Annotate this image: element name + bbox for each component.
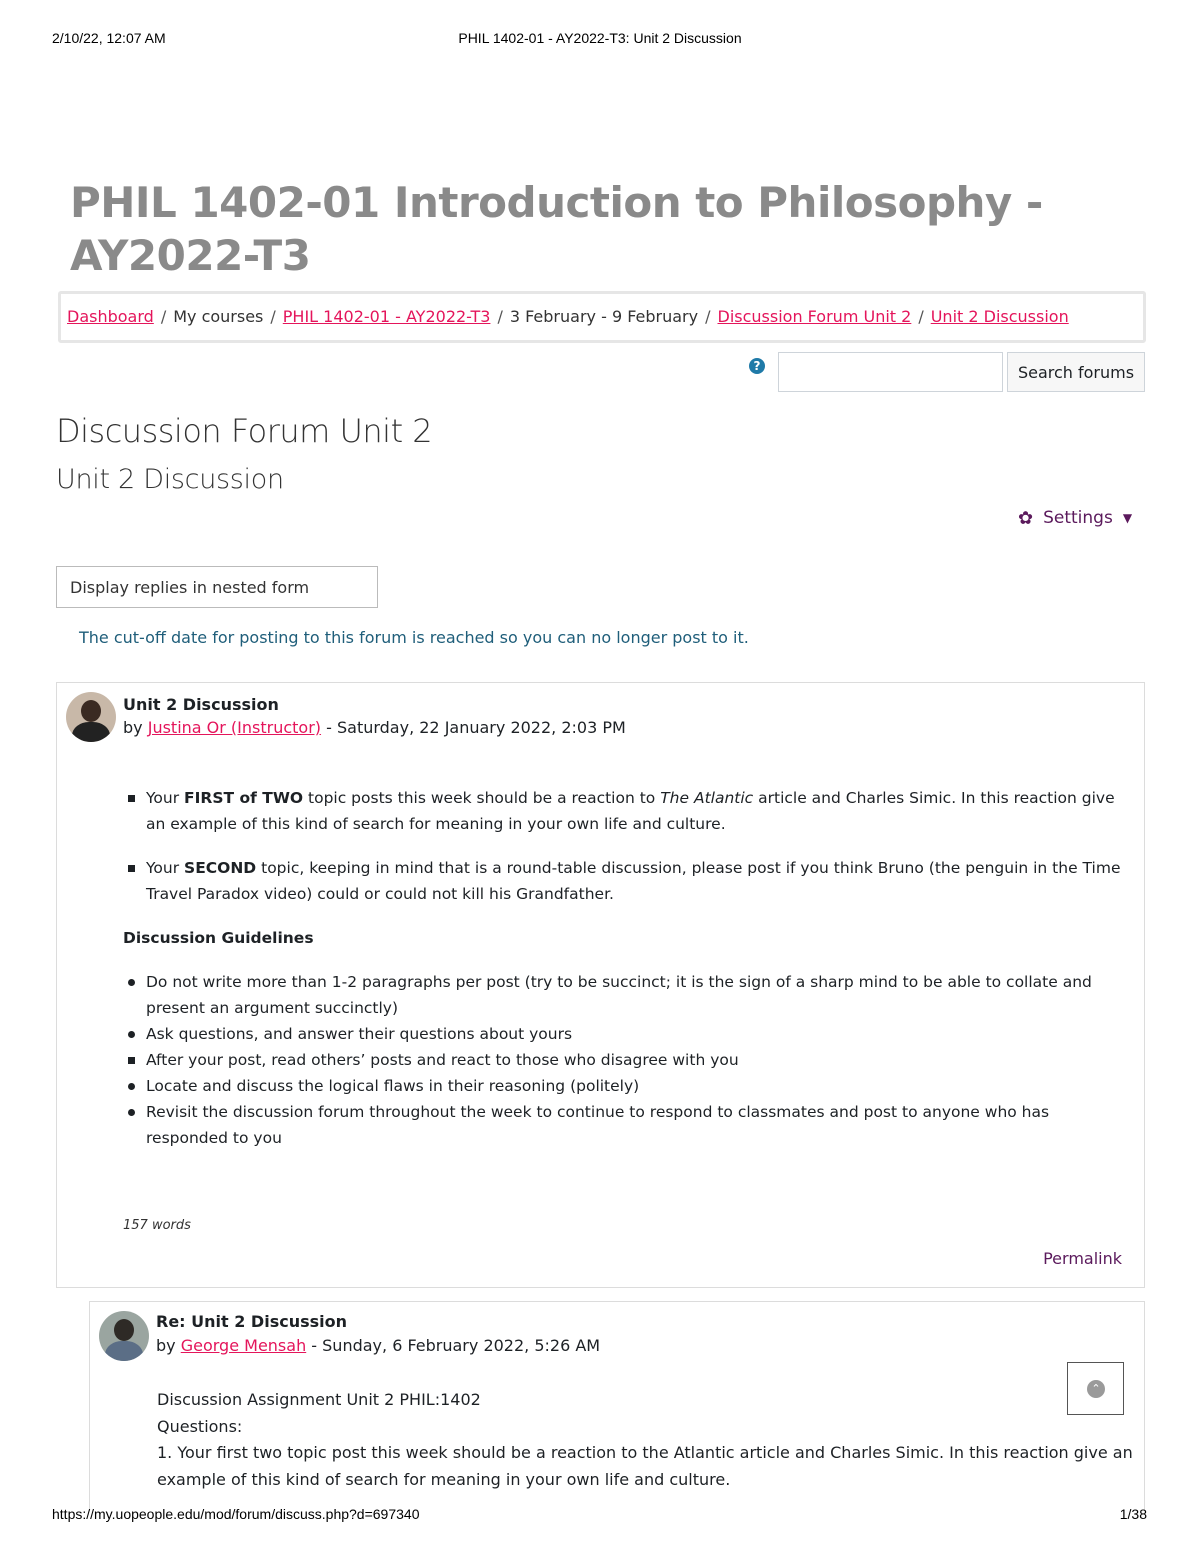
forum-post: Unit 2 Discussion by Justina Or (Instruc… [56, 682, 1145, 1288]
breadcrumb-forum-link[interactable]: Discussion Forum Unit 2 [718, 307, 912, 326]
word-count: 157 words [123, 1218, 191, 1233]
question-circle-icon[interactable]: ? [749, 358, 765, 374]
breadcrumb-my-courses: My courses [173, 307, 264, 326]
author-link[interactable]: George Mensah [181, 1336, 306, 1355]
settings-label: Settings [1043, 508, 1113, 528]
caret-down-icon: ▼ [1122, 511, 1133, 525]
print-title: PHIL 1402-01 - AY2022-T3: Unit 2 Discuss… [458, 30, 742, 46]
post-content: Discussion Assignment Unit 2 PHIL:1402 Q… [157, 1387, 1137, 1493]
print-header: 2/10/22, 12:07 AM PHIL 1402-01 - AY2022-… [0, 30, 1200, 50]
post-date: - Saturday, 22 January 2022, 2:03 PM [321, 718, 626, 737]
chevron-up-circle-icon: ⌃ [1087, 1380, 1105, 1398]
scroll-to-top-button[interactable]: ⌃ [1067, 1362, 1124, 1415]
permalink-link[interactable]: Permalink [1043, 1249, 1122, 1268]
search-input[interactable] [778, 352, 1003, 392]
list-item: Ask questions, and answer their question… [128, 1021, 1133, 1047]
reply-line: 1. Your first two topic post this week s… [157, 1443, 1133, 1489]
post-content: Your FIRST of TWO topic posts this week … [123, 785, 1133, 1151]
breadcrumb-separator: / [705, 307, 711, 326]
post-date: - Sunday, 6 February 2022, 5:26 AM [306, 1336, 601, 1355]
forum-title: Discussion Forum Unit 2 [56, 412, 433, 450]
by-label: by [156, 1336, 176, 1355]
author-link[interactable]: Justina Or (Instructor) [148, 718, 321, 737]
print-url: https://my.uopeople.edu/mod/forum/discus… [52, 1506, 420, 1522]
list-item: Your FIRST of TWO topic posts this week … [128, 785, 1133, 837]
reply-line: Discussion Assignment Unit 2 PHIL:1402 [157, 1390, 481, 1409]
avatar[interactable] [66, 692, 116, 742]
course-title: PHIL 1402-01 Introduction to Philosophy … [70, 178, 1043, 280]
guidelines-list: Do not write more than 1-2 paragraphs pe… [123, 969, 1133, 1151]
breadcrumb-discussion-link[interactable]: Unit 2 Discussion [931, 307, 1069, 326]
post-subject: Unit 2 Discussion [123, 695, 279, 714]
cutoff-notice: The cut-off date for posting to this for… [79, 628, 749, 647]
avatar[interactable] [99, 1311, 149, 1361]
breadcrumb-separator: / [270, 307, 276, 326]
list-item: Locate and discuss the logical flaws in … [128, 1073, 1133, 1099]
breadcrumb-separator: / [160, 307, 167, 326]
print-footer: https://my.uopeople.edu/mod/forum/discus… [0, 1506, 1200, 1526]
list-item: Revisit the discussion forum throughout … [128, 1099, 1133, 1151]
topic-list: Your FIRST of TWO topic posts this week … [123, 785, 1133, 907]
gear-icon: ✿ [1018, 507, 1034, 529]
display-mode-select[interactable]: Display replies in nested form [56, 566, 378, 608]
forum-reply: Re: Unit 2 Discussion by George Mensah -… [89, 1301, 1145, 1511]
list-item: Your SECOND topic, keeping in mind that … [128, 855, 1133, 907]
breadcrumb: Dashboard / My courses / PHIL 1402-01 - AY20… [58, 291, 1146, 343]
breadcrumb-course-link[interactable]: PHIL 1402-01 - AY2022-T3 [283, 307, 491, 326]
breadcrumb-separator: / [497, 307, 503, 326]
post-byline: by Justina Or (Instructor) - Saturday, 2… [123, 718, 626, 737]
breadcrumb-separator: / [918, 307, 924, 326]
reply-line: Questions: [157, 1416, 243, 1436]
post-subject: Re: Unit 2 Discussion [156, 1312, 348, 1331]
by-label: by [123, 718, 143, 737]
list-item: Do not write more than 1-2 paragraphs pe… [128, 969, 1133, 1021]
print-page-number: 1/38 [1119, 1506, 1147, 1522]
list-item: After your post, read others’ posts and … [128, 1047, 1133, 1073]
guidelines-heading: Discussion Guidelines [123, 929, 314, 947]
breadcrumb-dashboard-link[interactable]: Dashboard [67, 307, 154, 326]
discussion-title: Unit 2 Discussion [56, 464, 284, 495]
breadcrumb-week: 3 February - 9 February [509, 307, 699, 326]
post-byline: by George Mensah - Sunday, 6 February 20… [156, 1336, 600, 1355]
search-forums-button[interactable]: Search forums [1007, 352, 1145, 392]
settings-menu[interactable]: ✿ Settings ▼ [1018, 506, 1132, 530]
